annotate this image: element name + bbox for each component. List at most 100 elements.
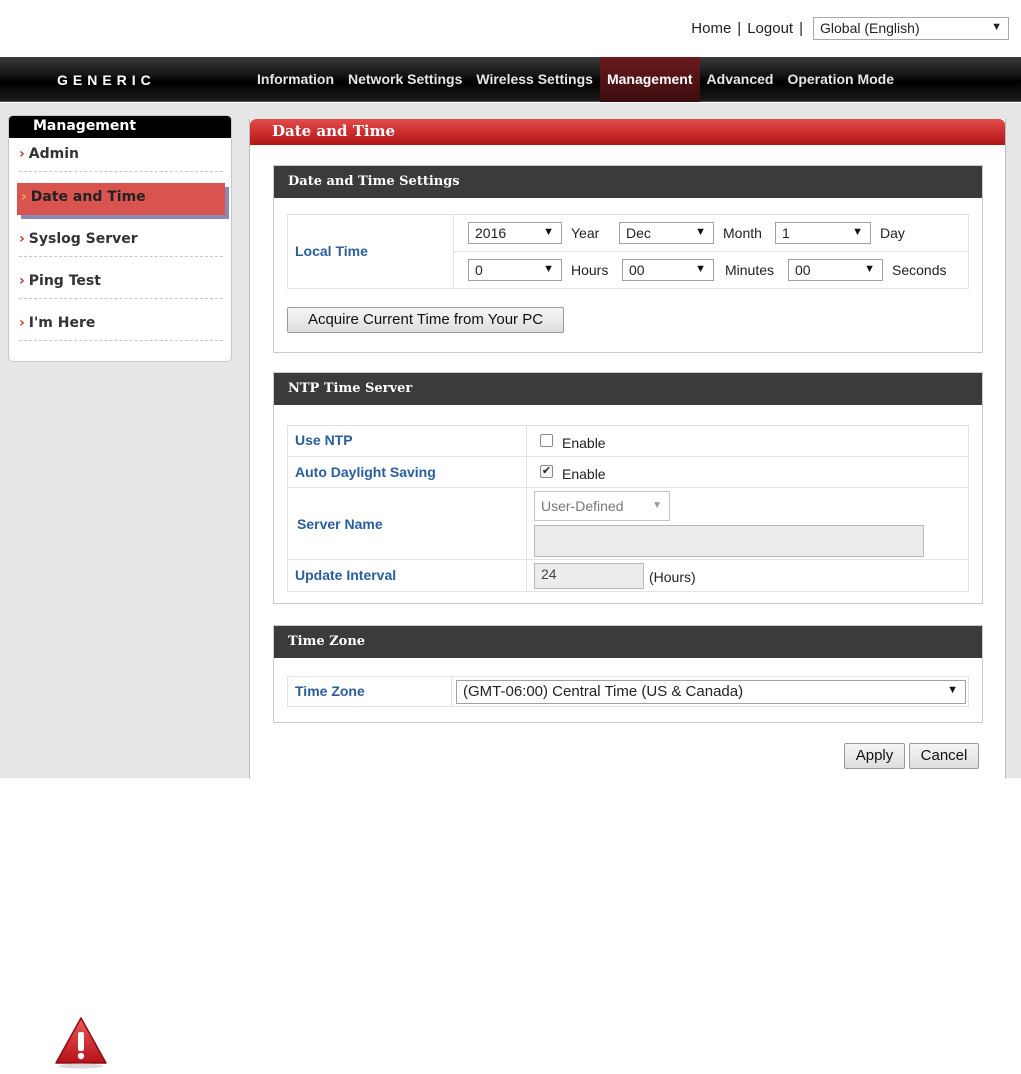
- seconds-value: 00: [795, 262, 811, 278]
- year-value: 2016: [475, 225, 507, 241]
- divider: [288, 456, 968, 457]
- chevron-down-icon: ▼: [543, 226, 554, 238]
- chevron-down-icon: ▼: [947, 684, 958, 696]
- update-interval-input[interactable]: 24: [534, 563, 644, 589]
- day-select[interactable]: 1 ▼: [775, 222, 871, 244]
- time-zone-table: Time Zone (GMT-06:00) Central Time (US &…: [287, 676, 969, 707]
- hours-select[interactable]: 0 ▼: [468, 259, 562, 281]
- server-name-input[interactable]: [534, 525, 924, 557]
- year-select[interactable]: 2016 ▼: [468, 222, 562, 244]
- ntp-table: Use NTP Enable Auto Daylight Saving ✔ En…: [287, 425, 969, 592]
- language-select[interactable]: Global (English) ▼: [813, 17, 1009, 40]
- tab-management[interactable]: Management: [599, 57, 700, 102]
- hours-unit: Hours: [571, 262, 609, 278]
- chevron-down-icon: ▼: [695, 263, 706, 275]
- time-zone-section: Time Zone Time Zone (GMT-06:00) Central …: [273, 625, 983, 723]
- year-unit: Year: [571, 225, 600, 241]
- auto-dst-label: Auto Daylight Saving: [295, 464, 436, 480]
- seconds-select[interactable]: 00 ▼: [788, 259, 883, 281]
- chevron-right-icon: ›: [19, 273, 25, 289]
- tab-advanced[interactable]: Advanced: [700, 57, 781, 102]
- language-value: Global (English): [820, 20, 920, 36]
- sidebar-item-label: I'm Here: [28, 315, 96, 331]
- section-title: Time Zone: [274, 626, 982, 658]
- divider: [453, 251, 968, 252]
- warning-icon: [55, 1017, 107, 1069]
- chevron-right-icon: ›: [19, 231, 25, 247]
- seconds-unit: Seconds: [892, 262, 947, 278]
- divider: [288, 559, 968, 560]
- section-title: NTP Time Server: [274, 373, 982, 405]
- chevron-right-icon: ›: [19, 146, 25, 162]
- cancel-button[interactable]: Cancel: [909, 743, 979, 769]
- sidebar-item-im-here[interactable]: › I'm Here: [19, 309, 223, 341]
- day-unit: Day: [880, 225, 905, 241]
- minutes-select[interactable]: 00 ▼: [622, 259, 714, 281]
- chevron-down-icon: ▼: [991, 21, 1002, 33]
- server-name-label: Server Name: [297, 516, 383, 532]
- divider: [288, 487, 968, 488]
- hours-value: 0: [475, 262, 483, 278]
- chevron-down-icon: ▼: [852, 226, 863, 238]
- tab-wireless-settings[interactable]: Wireless Settings: [469, 57, 600, 102]
- main-nav: GENERIC Information Network Settings Wir…: [0, 57, 1021, 102]
- sidebar-item-ping-test[interactable]: › Ping Test: [19, 267, 223, 299]
- server-select-value: User-Defined: [541, 498, 624, 514]
- month-unit: Month: [723, 225, 762, 241]
- chevron-down-icon: ▼: [652, 500, 662, 511]
- page-title: Date and Time: [250, 119, 1005, 145]
- main-panel: Date and Time Date and Time Settings Loc…: [249, 119, 1006, 779]
- separator: |: [799, 20, 803, 37]
- auto-dst-option: Enable: [562, 466, 606, 482]
- minutes-unit: Minutes: [725, 262, 775, 278]
- sidebar-item-syslog-server[interactable]: › Syslog Server: [19, 225, 223, 257]
- server-name-select[interactable]: User-Defined ▼: [534, 491, 670, 521]
- chevron-down-icon: ▼: [543, 263, 554, 275]
- sidebar-item-label: Date and Time: [30, 189, 146, 205]
- chevron-down-icon: ▼: [695, 226, 706, 238]
- month-select[interactable]: Dec ▼: [619, 222, 714, 244]
- sidebar-item-label: Ping Test: [28, 273, 101, 289]
- divider: [451, 677, 452, 706]
- brand-logo: GENERIC: [57, 72, 156, 88]
- sidebar-item-date-and-time[interactable]: › Date and Time: [17, 183, 225, 215]
- sidebar-item-label: Admin: [28, 146, 79, 162]
- local-time-label: Local Time: [295, 243, 368, 259]
- tab-information[interactable]: Information: [250, 57, 341, 102]
- sidebar: Management › Admin › Date and Time › Syslog…: [8, 115, 232, 362]
- date-time-settings-section: Date and Time Settings Local Time 2016 ▼…: [273, 165, 983, 353]
- separator: |: [737, 20, 742, 37]
- use-ntp-label: Use NTP: [295, 432, 353, 448]
- apply-button[interactable]: Apply: [844, 743, 905, 769]
- divider: [526, 426, 527, 591]
- sidebar-title: Management: [9, 116, 231, 138]
- time-zone-select[interactable]: (GMT-06:00) Central Time (US & Canada) ▼: [456, 680, 966, 704]
- page: Home | Logout | Global (English) ▼ GENER…: [0, 0, 1021, 1074]
- tab-operation-mode[interactable]: Operation Mode: [780, 57, 901, 102]
- update-interval-unit: (Hours): [649, 569, 696, 585]
- acquire-pc-time-button[interactable]: Acquire Current Time from Your PC: [287, 307, 564, 333]
- home-link[interactable]: Home: [691, 20, 731, 37]
- use-ntp-option: Enable: [562, 435, 606, 451]
- time-zone-value: (GMT-06:00) Central Time (US & Canada): [463, 683, 744, 700]
- month-value: Dec: [626, 225, 651, 241]
- ntp-time-server-section: NTP Time Server Use NTP Enable Auto Dayl…: [273, 372, 983, 604]
- tab-network-settings[interactable]: Network Settings: [341, 57, 469, 102]
- checkmark-icon: ✔: [541, 465, 552, 477]
- chevron-down-icon: ▼: [864, 263, 875, 275]
- auto-dst-checkbox[interactable]: ✔: [540, 465, 553, 478]
- section-title: Date and Time Settings: [274, 166, 982, 198]
- chevron-right-icon: ›: [19, 315, 25, 331]
- top-links: Home | Logout | Global (English) ▼: [691, 17, 1009, 40]
- use-ntp-checkbox[interactable]: [540, 434, 553, 447]
- logout-link[interactable]: Logout: [747, 20, 793, 37]
- chevron-right-icon: ›: [21, 189, 27, 205]
- update-interval-label: Update Interval: [295, 567, 397, 583]
- time-zone-label: Time Zone: [295, 683, 365, 699]
- sidebar-item-admin[interactable]: › Admin: [19, 140, 223, 172]
- nav-tabs: Information Network Settings Wireless Se…: [250, 57, 901, 102]
- content-area: Management › Admin › Date and Time › Syslog…: [0, 103, 1021, 779]
- local-time-table: Local Time 2016 ▼ Year Dec ▼ Month 1 ▼ D…: [287, 214, 969, 289]
- day-value: 1: [782, 225, 790, 241]
- sidebar-item-label: Syslog Server: [28, 231, 138, 247]
